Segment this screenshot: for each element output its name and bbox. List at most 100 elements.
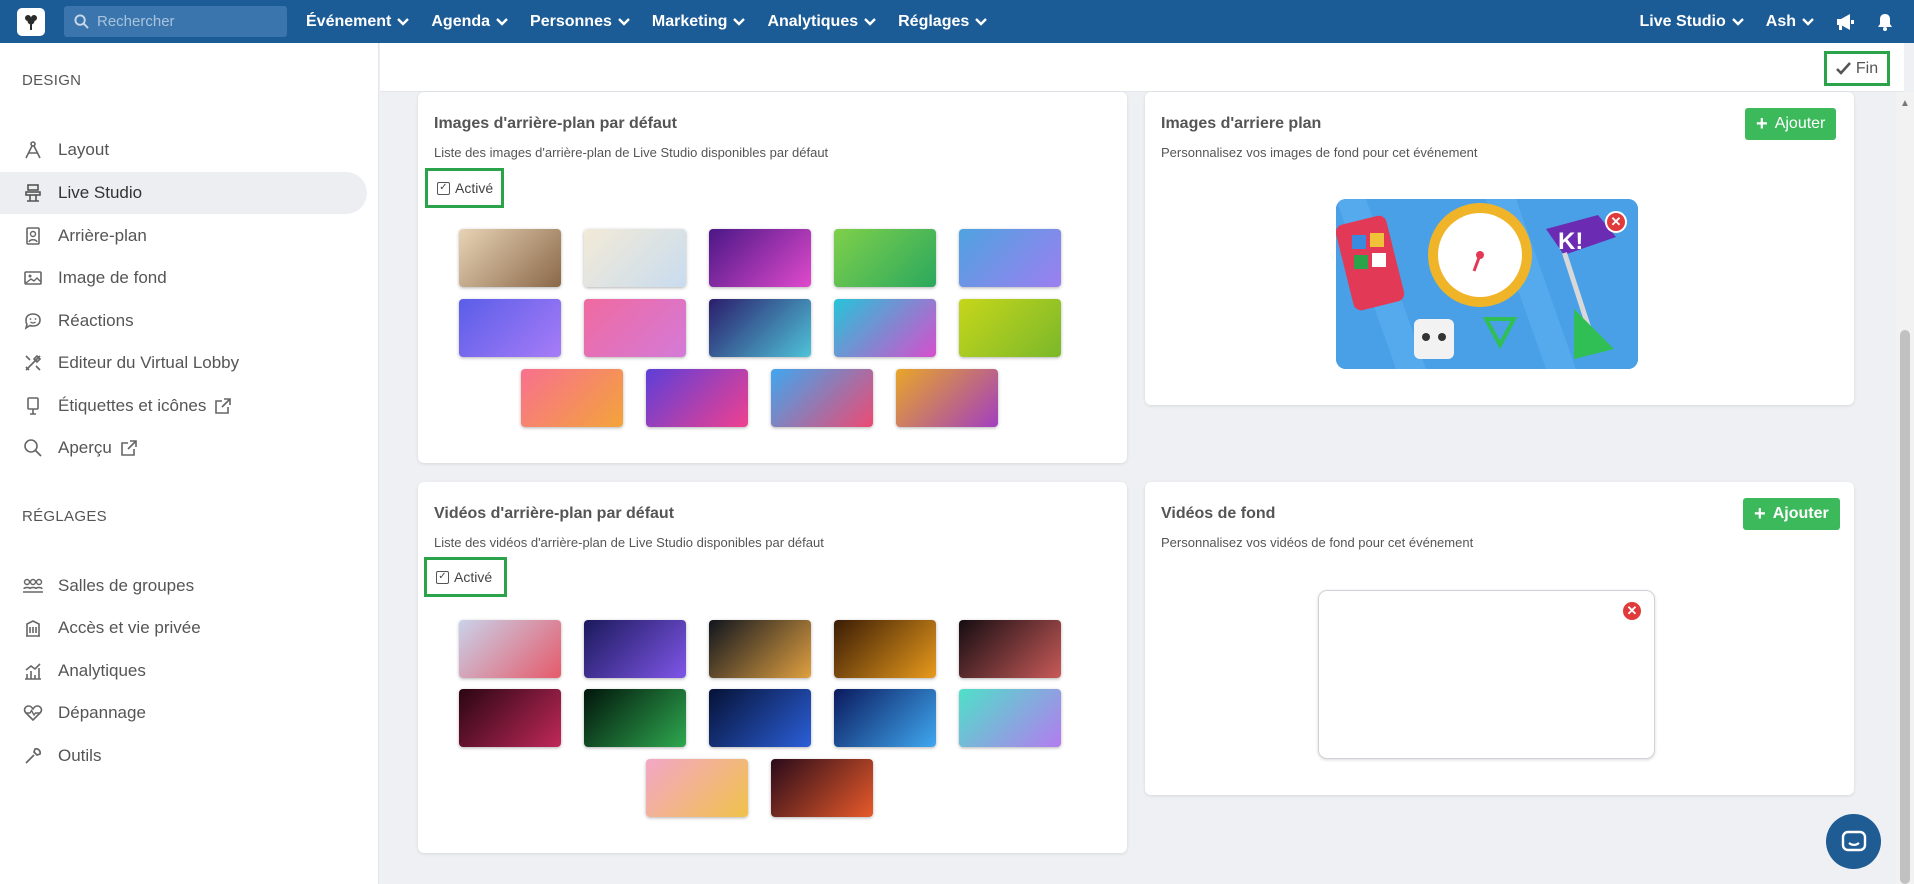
sidebar-item-layout[interactable]: Layout <box>0 129 367 171</box>
search-box[interactable] <box>64 6 287 37</box>
menu-label: Personnes <box>530 12 612 30</box>
checkbox-icon: ✓ <box>437 181 450 195</box>
background-icon <box>22 225 44 247</box>
default-video-thumbnail[interactable] <box>834 620 936 678</box>
remove-image-button[interactable]: ✕ <box>1605 211 1627 233</box>
kahoot-illustration: K! <box>1336 199 1638 369</box>
live-studio-icon <box>22 182 44 204</box>
design-section-heading: DESIGN <box>22 72 82 89</box>
default-video-thumbnail[interactable] <box>646 759 748 817</box>
sidebar-item-acces[interactable]: Accès et vie privée <box>0 607 367 649</box>
menu-label: Événement <box>306 12 392 30</box>
layout-icon <box>22 139 44 161</box>
svg-text:K!: K! <box>1558 228 1583 255</box>
page-scrollbar[interactable]: ▲ <box>1896 92 1914 884</box>
default-image-thumbnail[interactable] <box>459 299 561 357</box>
menu-analytiques[interactable]: Analytiques <box>756 0 887 43</box>
default-video-thumbnail[interactable] <box>709 689 811 747</box>
settings-section-heading: RÉGLAGES <box>22 508 107 525</box>
sidebar-item-label: Réactions <box>58 311 134 330</box>
scroll-up-arrow-icon[interactable]: ▲ <box>1900 98 1910 109</box>
sidebar-item-analytiques[interactable]: Analytiques <box>0 650 367 692</box>
close-icon: ✕ <box>1626 603 1638 618</box>
default-videos-active-toggle[interactable]: ✓ Activé <box>424 557 507 597</box>
default-image-thumbnail[interactable] <box>459 229 561 287</box>
default-videos-title: Vidéos d'arrière-plan par défaut <box>434 505 675 522</box>
menu-live-studio[interactable]: Live Studio <box>1629 0 1755 43</box>
search-icon <box>74 14 89 29</box>
plus-icon: + <box>1754 502 1766 525</box>
chevron-down-icon <box>397 13 410 31</box>
menu-label: Live Studio <box>1639 12 1726 30</box>
sidebar-item-label: Outils <box>58 746 102 765</box>
sidebar-item-arriere-plan[interactable]: Arrière-plan <box>0 215 367 257</box>
uploaded-background-video[interactable] <box>1318 590 1655 759</box>
default-video-thumbnail[interactable] <box>459 620 561 678</box>
default-video-thumbnail[interactable] <box>959 620 1061 678</box>
label-icon <box>22 395 44 417</box>
default-image-thumbnail[interactable] <box>709 229 811 287</box>
top-right-menu: Live Studio Ash <box>1629 0 1914 43</box>
sidebar-item-label: Editeur du Virtual Lobby <box>58 353 240 372</box>
sidebar-item-salles[interactable]: Salles de groupes <box>0 565 367 607</box>
add-image-button[interactable]: + Ajouter <box>1745 108 1837 140</box>
default-video-thumbnail[interactable] <box>834 689 936 747</box>
default-video-thumbnail[interactable] <box>584 689 686 747</box>
default-image-thumbnail[interactable] <box>584 229 686 287</box>
menu-personnes[interactable]: Personnes <box>519 0 641 43</box>
announcements-button[interactable] <box>1825 0 1865 43</box>
menu-evenement[interactable]: Événement <box>295 0 420 43</box>
chevron-down-icon <box>733 13 746 31</box>
custom-videos-title: Vidéos de fond <box>1161 505 1276 522</box>
add-video-button[interactable]: + Ajouter <box>1743 498 1840 530</box>
sidebar-item-live-studio[interactable]: Live Studio <box>0 172 367 214</box>
chat-launcher-button[interactable] <box>1826 814 1881 869</box>
sidebar-item-image-de-fond[interactable]: Image de fond <box>0 257 367 299</box>
search-input[interactable] <box>97 13 267 30</box>
bell-icon <box>1878 13 1892 31</box>
default-image-thumbnail[interactable] <box>709 299 811 357</box>
sidebar-item-outils[interactable]: Outils <box>0 735 367 777</box>
menu-marketing[interactable]: Marketing <box>641 0 757 43</box>
app-logo[interactable] <box>17 7 45 36</box>
default-image-thumbnail[interactable] <box>584 299 686 357</box>
default-image-thumbnail[interactable] <box>896 369 998 427</box>
chevron-down-icon <box>1731 13 1744 31</box>
checkmark-icon <box>1835 62 1851 75</box>
default-video-thumbnail[interactable] <box>459 689 561 747</box>
default-images-title: Images d'arrière-plan par défaut <box>434 115 677 132</box>
menu-label: Ash <box>1765 12 1796 30</box>
top-navbar: Événement Agenda Personnes Marketing Ana… <box>0 0 1914 43</box>
sidebar-item-virtual-lobby[interactable]: Editeur du Virtual Lobby <box>0 342 367 384</box>
default-video-thumbnail[interactable] <box>771 759 873 817</box>
chevron-down-icon <box>618 13 630 31</box>
default-image-thumbnail[interactable] <box>521 369 623 427</box>
sidebar-item-etiquettes[interactable]: Étiquettes et icônes <box>0 385 367 427</box>
wrench-icon <box>22 745 44 767</box>
chevron-down-icon <box>496 13 508 31</box>
default-image-thumbnail[interactable] <box>959 299 1061 357</box>
scroll-thumb[interactable] <box>1900 330 1910 884</box>
sidebar-item-depannage[interactable]: Dépannage <box>0 692 367 734</box>
groups-icon <box>22 575 44 597</box>
default-image-thumbnail[interactable] <box>959 229 1061 287</box>
default-video-thumbnail[interactable] <box>709 620 811 678</box>
sidebar-item-label: Dépannage <box>58 703 146 722</box>
sidebar-item-apercu[interactable]: Aperçu <box>0 427 367 469</box>
remove-video-button[interactable]: ✕ <box>1621 600 1643 622</box>
notifications-button[interactable] <box>1865 0 1905 43</box>
menu-reglages[interactable]: Réglages <box>887 0 998 43</box>
default-image-thumbnail[interactable] <box>771 369 873 427</box>
sidebar-item-reactions[interactable]: Réactions <box>0 300 367 342</box>
default-images-active-toggle[interactable]: ✓ Activé <box>425 168 504 208</box>
image-icon <box>22 267 44 289</box>
default-video-thumbnail[interactable] <box>584 620 686 678</box>
menu-agenda[interactable]: Agenda <box>420 0 519 43</box>
default-image-thumbnail[interactable] <box>646 369 748 427</box>
done-button[interactable]: Fin <box>1824 51 1890 86</box>
default-video-thumbnail[interactable] <box>959 689 1061 747</box>
menu-user[interactable]: Ash <box>1755 0 1825 43</box>
default-image-thumbnail[interactable] <box>834 299 936 357</box>
default-image-thumbnail[interactable] <box>834 229 936 287</box>
uploaded-background-image[interactable]: K! <box>1336 199 1638 369</box>
